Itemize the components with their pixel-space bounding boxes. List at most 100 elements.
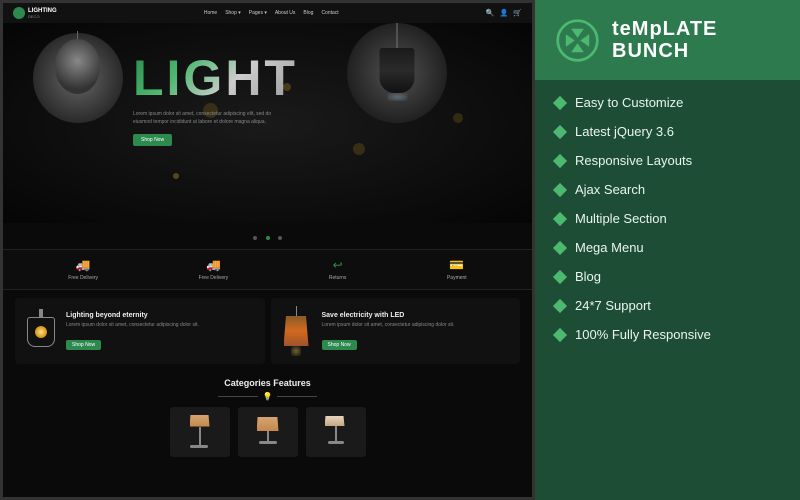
feature-row-0: Easy to Customize (555, 95, 780, 110)
diamond-icon-4 (553, 211, 567, 225)
templatebunch-logo (555, 18, 600, 63)
dot-2[interactable] (266, 236, 270, 240)
right-panel: teMpLATE BUNCH Easy to Customize Latest … (535, 0, 800, 500)
feature-label-4: Payment (447, 275, 467, 281)
feature-returns: ↩ Returns (329, 258, 347, 281)
feature-text-3: Ajax Search (575, 182, 645, 197)
product-info-1: Lighting beyond eternity Lorem ipsum dol… (66, 312, 257, 351)
table-lamp-shape (257, 417, 279, 447)
nav-contact[interactable]: Contact (321, 10, 338, 16)
features-bar: 🚚 Free Delivery 🚚 Free Delivery ↩ Return… (3, 249, 532, 290)
search-icon[interactable]: 🔍 (486, 9, 495, 17)
diamond-icon-1 (553, 124, 567, 138)
category-items (15, 407, 520, 457)
wood-lamp-glow (291, 346, 301, 356)
delivery-icon-1: 🚚 (76, 258, 91, 272)
nav-pages[interactable]: Pages ▾ (249, 10, 267, 16)
cage-lamp-body (27, 317, 55, 347)
navbar-links: Home Shop ▾ Pages ▾ About Us Blog Contac… (204, 10, 339, 16)
feature-row-5: Mega Menu (555, 240, 780, 255)
pendant-lamp (347, 23, 447, 123)
wood-lamp-shade (284, 316, 309, 346)
diamond-icon-7 (553, 298, 567, 312)
feature-text-5: Mega Menu (575, 240, 644, 255)
feature-text-0: Easy to Customize (575, 95, 683, 110)
product-info-2: Save electricity with LED Lorem ipsum do… (322, 312, 513, 351)
product-title-2: Save electricity with LED (322, 312, 513, 319)
divider-left (218, 396, 258, 397)
floor-lamp-base-1 (190, 445, 208, 448)
feature-row-3: Ajax Search (555, 182, 780, 197)
feature-free-delivery-2: 🚚 Free Delivery (199, 258, 229, 281)
feature-label-1: Free Delivery (68, 275, 98, 281)
product-btn-2[interactable]: Shop Now (322, 340, 357, 350)
feature-text-8: 100% Fully Responsive (575, 327, 711, 342)
bokeh-3 (353, 143, 365, 155)
product-desc-1: Lorem ipsum dolor sit amet, consectetur … (66, 322, 257, 329)
feature-text-4: Multiple Section (575, 211, 667, 226)
returns-icon: ↩ (333, 258, 343, 272)
payment-icon: 💳 (449, 258, 464, 272)
diamond-icon-2 (553, 153, 567, 167)
slider-dots (3, 223, 532, 249)
feature-row-4: Multiple Section (555, 211, 780, 226)
navbar-icons: 🔍 👤 🛒 (486, 9, 522, 17)
feature-row-7: 24*7 Support (555, 298, 780, 313)
diamond-icon-8 (553, 327, 567, 341)
product-btn-1[interactable]: Shop Now (66, 340, 101, 350)
floor-lamp-1 (190, 415, 210, 450)
feature-row-2: Responsive Layouts (555, 153, 780, 168)
feature-label-3: Returns (329, 275, 347, 281)
diamond-icon-5 (553, 240, 567, 254)
hero-content: LIGHT Lorem ipsum dolor sit amet, consec… (133, 53, 298, 146)
categories-title: Categories Features (15, 378, 520, 388)
diamond-icon-3 (553, 182, 567, 196)
feature-label-2: Free Delivery (199, 275, 229, 281)
features-list: Easy to Customize Latest jQuery 3.6 Resp… (535, 80, 800, 500)
logo-text: LIGHTING (28, 8, 57, 14)
website-preview: LIGHTING DECO Home Shop ▾ Pages ▾ About … (0, 0, 535, 500)
wood-lamp-cord (296, 306, 297, 316)
standing-lamp-shape (325, 416, 347, 448)
feature-free-delivery-1: 🚚 Free Delivery (68, 258, 98, 281)
logo-icon (13, 7, 25, 19)
lamp-divider-icon: 💡 (263, 392, 273, 401)
nav-about[interactable]: About Us (275, 10, 296, 16)
nav-home[interactable]: Home (204, 10, 217, 16)
brand-name: teMpLATE BUNCH (612, 18, 780, 62)
cart-icon[interactable]: 🛒 (513, 9, 522, 17)
floor-lamp-shade-1 (190, 415, 210, 427)
bokeh-5 (453, 113, 463, 123)
cage-lamp-top (39, 309, 43, 317)
divider-right (277, 396, 317, 397)
categories-divider: 💡 (15, 392, 520, 401)
categories-section: Categories Features 💡 (3, 372, 532, 463)
floor-lamp-pole-1 (199, 427, 201, 445)
feature-payment: 💳 Payment (447, 258, 467, 281)
category-item-2[interactable] (238, 407, 298, 457)
product-desc-2: Lorem ipsum dolor sit amet, consectetur … (322, 322, 513, 329)
cage-lamp (23, 306, 58, 356)
cage-lamp-bulb (35, 326, 47, 338)
dot-3[interactable] (278, 236, 282, 240)
hero-title: LIGHT (133, 53, 298, 103)
product-cards: Lighting beyond eternity Lorem ipsum dol… (3, 290, 532, 372)
hero-section: LIGHT Lorem ipsum dolor sit amet, consec… (3, 23, 532, 223)
bokeh-4 (173, 173, 179, 179)
feature-text-6: Blog (575, 269, 601, 284)
nav-blog[interactable]: Blog (303, 10, 313, 16)
dot-1[interactable] (253, 236, 257, 240)
diamond-icon-6 (553, 269, 567, 283)
nav-shop[interactable]: Shop ▾ (225, 10, 241, 16)
navbar: LIGHTING DECO Home Shop ▾ Pages ▾ About … (3, 3, 532, 23)
feature-text-2: Responsive Layouts (575, 153, 692, 168)
diamond-icon-0 (553, 95, 567, 109)
hero-shop-button[interactable]: Shop Now (133, 134, 172, 146)
logo-sub: DECO (28, 14, 57, 19)
category-item-1[interactable] (170, 407, 230, 457)
feature-text-7: 24*7 Support (575, 298, 651, 313)
chandelier-fixture (55, 31, 100, 94)
feature-row-6: Blog (555, 269, 780, 284)
category-item-3[interactable] (306, 407, 366, 457)
user-icon[interactable]: 👤 (500, 9, 509, 17)
